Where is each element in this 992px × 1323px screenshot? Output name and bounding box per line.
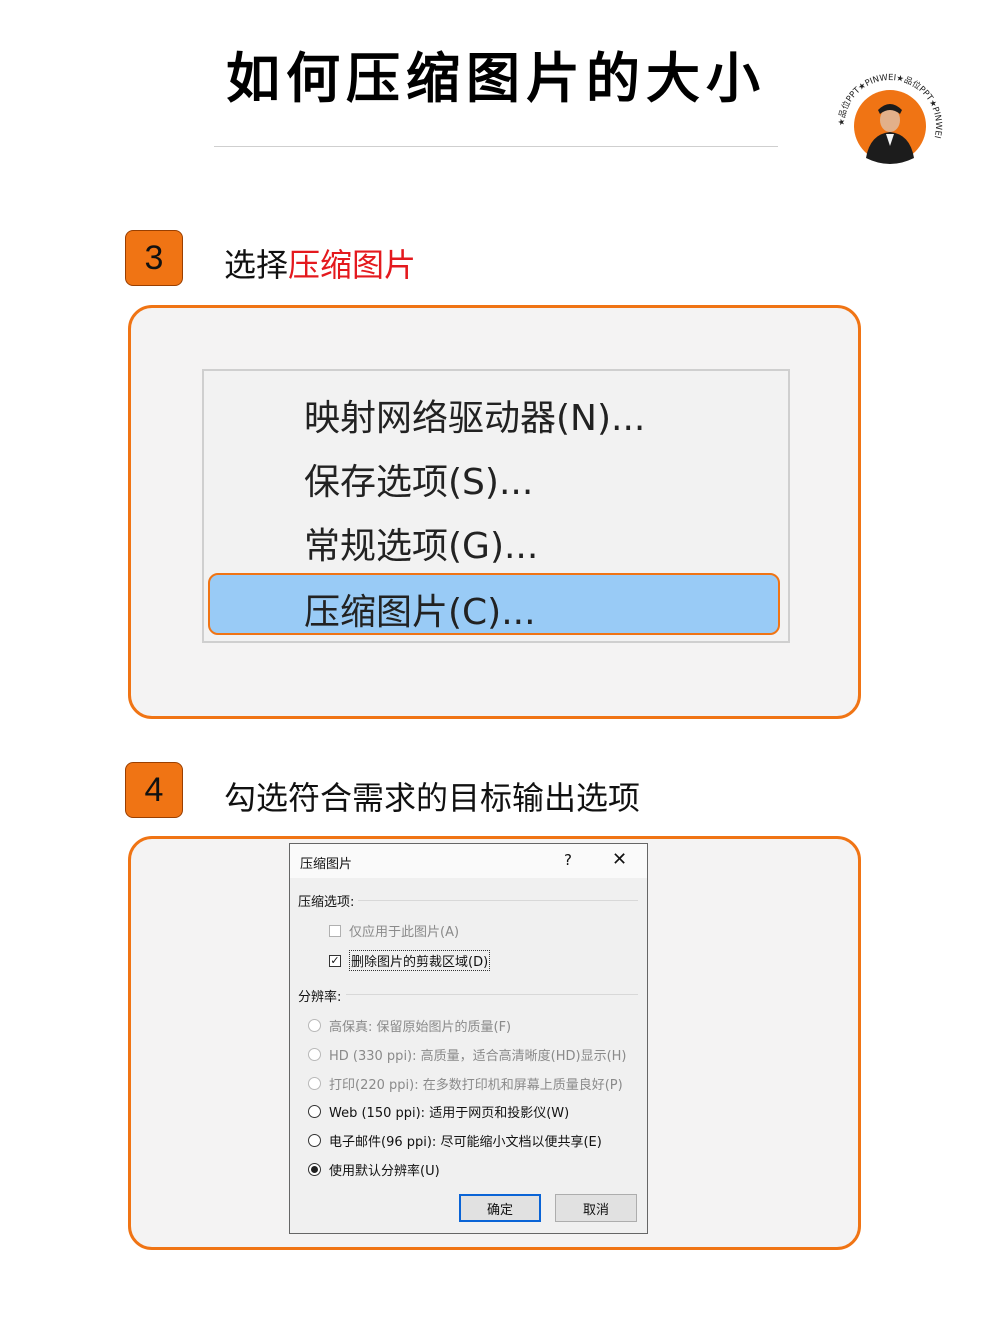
radio-icon — [308, 1048, 321, 1061]
checkbox-checked-icon: ✓ — [329, 954, 341, 967]
radio-label: 打印(220 ppi): 在多数打印机和屏幕上质量良好(P) — [329, 1078, 623, 1093]
radio-email-96[interactable]: 电子邮件(96 ppi): 尽可能缩小文档以便共享(E) — [308, 1131, 602, 1150]
checkbox-unchecked-icon — [329, 924, 341, 937]
step-4-text: 勾选符合需求的目标输出选项 — [224, 779, 641, 817]
radio-hd-330[interactable]: HD (330 ppi): 高质量，适合高清晰度(HD)显示(H) — [308, 1045, 626, 1064]
radio-icon — [308, 1077, 321, 1090]
apply-only-label: 仅应用于此图片(A) — [349, 925, 460, 940]
menu-item-map-network-drive[interactable]: 映射网络驱动器(N)... — [304, 389, 645, 441]
menu-item-general-options[interactable]: 常规选项(G)... — [304, 517, 538, 569]
compress-pictures-dialog: 压缩图片 ? ✕ 压缩选项: 仅应用于此图片(A) ✓ 删除图片的剪裁区域(D)… — [289, 843, 648, 1234]
radio-label: 高保真: 保留原始图片的质量(F) — [329, 1020, 512, 1035]
delete-crop-checkbox[interactable]: ✓ 删除图片的剪裁区域(D) — [329, 950, 491, 971]
menu-item-compress-pictures-label: 压缩图片(C)... — [304, 592, 536, 633]
menu-item-save-options[interactable]: 保存选项(S)... — [304, 453, 533, 505]
radio-label: 电子邮件(96 ppi): 尽可能缩小文档以便共享(E) — [329, 1135, 602, 1150]
radio-icon — [308, 1105, 321, 1118]
radio-high-fidelity[interactable]: 高保真: 保留原始图片的质量(F) — [308, 1016, 511, 1035]
resolution-heading: 分辨率: — [298, 990, 342, 1005]
brand-logo: ★品位PPT★PINWEI★品位PPT★PINWEI — [837, 73, 943, 179]
radio-label: 使用默认分辨率(U) — [329, 1164, 440, 1179]
delete-crop-label: 删除图片的剪裁区域(D) — [349, 950, 491, 971]
step-3-text-prefix: 选择 — [224, 246, 289, 284]
step-3-text: 选择压缩图片 — [224, 240, 416, 286]
compress-options-heading: 压缩选项: — [298, 895, 355, 910]
radio-web-150[interactable]: Web (150 ppi): 适用于网页和投影仪(W) — [308, 1102, 569, 1121]
radio-icon — [308, 1134, 321, 1147]
radio-print-220[interactable]: 打印(220 ppi): 在多数打印机和屏幕上质量良好(P) — [308, 1074, 623, 1093]
radio-icon — [308, 1019, 321, 1032]
dialog-title: 压缩图片 — [300, 857, 353, 872]
context-menu: 映射网络驱动器(N)... 保存选项(S)... 常规选项(G)... 压缩图片… — [202, 369, 790, 643]
ok-button[interactable]: 确定 — [459, 1194, 541, 1222]
radio-selected-icon — [308, 1163, 321, 1176]
cancel-button[interactable]: 取消 — [555, 1194, 637, 1222]
radio-label: Web (150 ppi): 适用于网页和投影仪(W) — [329, 1106, 570, 1121]
help-button[interactable]: ? — [564, 851, 572, 869]
title-divider — [214, 146, 778, 147]
close-icon[interactable]: ✕ — [612, 849, 627, 870]
group-divider — [358, 900, 638, 901]
step-4-badge: 4 — [125, 762, 183, 818]
step-3-badge: 3 — [125, 230, 183, 286]
group-divider — [346, 994, 638, 995]
step-3-text-highlight: 压缩图片 — [288, 246, 417, 284]
menu-item-compress-pictures[interactable]: 压缩图片(C)... — [208, 573, 780, 635]
radio-label: HD (330 ppi): 高质量，适合高清晰度(HD)显示(H) — [329, 1049, 627, 1064]
apply-only-checkbox[interactable]: 仅应用于此图片(A) — [329, 921, 459, 940]
radio-default-resolution[interactable]: 使用默认分辨率(U) — [308, 1160, 440, 1179]
dialog-titlebar: 压缩图片 ? ✕ — [290, 844, 647, 878]
